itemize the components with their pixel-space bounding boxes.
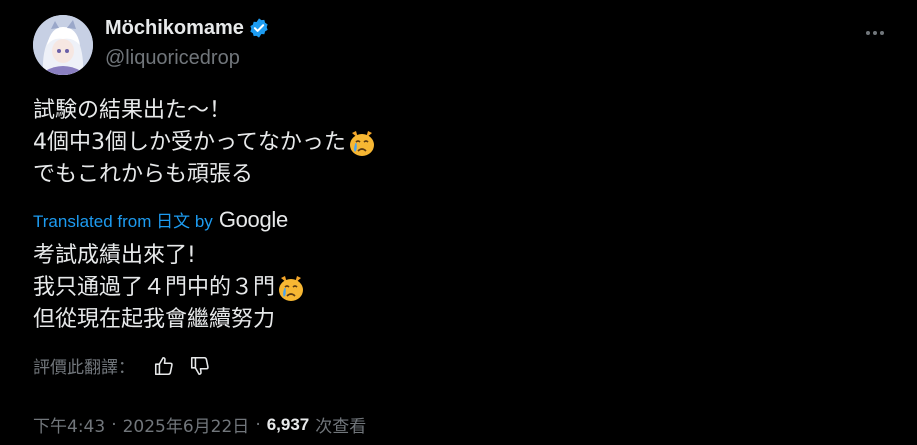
thumbs-down-icon[interactable] (189, 355, 211, 377)
verified-badge-icon[interactable] (248, 17, 270, 39)
more-options-icon[interactable] (860, 18, 890, 48)
anime-avatar-image (33, 15, 93, 75)
meta-separator: · (111, 414, 117, 435)
rate-translation-label: 評價此翻譯： (33, 358, 135, 378)
original-line: 4個中3個しか受かってなかった (33, 127, 377, 159)
tweet-original-text: 試験の結果出た〜！ 4個中3個しか受かってなかった でもこれからも頑張る (33, 95, 377, 191)
views-label: 次查看 (315, 417, 367, 437)
google-logo: Google (218, 207, 288, 232)
name-row: Möchikomame (105, 15, 270, 41)
crying-cat-face-emoji (347, 128, 377, 158)
tweet-meta: 下午4:43 · 2025年6月22日 · 6,937 次查看 (33, 412, 367, 438)
tweet: Möchikomame @liquoricedrop 試験の結果出た〜！ 4個中… (0, 0, 917, 445)
translated-line: 考試成績出來了! (33, 243, 196, 268)
views-count[interactable]: 6,937 (267, 415, 310, 435)
meta-separator: · (255, 414, 261, 435)
avatar[interactable] (33, 15, 93, 75)
translated-line: 我只通過了４門中的３門 (33, 272, 306, 304)
display-name[interactable]: Möchikomame (105, 17, 244, 40)
tweet-date[interactable]: 2025年6月22日 (123, 412, 250, 437)
crying-cat-face-emoji (276, 273, 306, 303)
original-line: でもこれからも頑張る (33, 162, 254, 187)
rate-translation: 評價此翻譯： (33, 353, 211, 378)
translated-line: 但從現在起我會繼續努力 (33, 307, 276, 332)
translation-attribution: Translated from 日文 by Google (33, 207, 288, 233)
translated-from-label[interactable]: Translated from 日文 by (33, 207, 213, 232)
thumbs-up-icon[interactable] (153, 355, 175, 377)
tweet-time[interactable]: 下午4:43 (33, 412, 105, 437)
tweet-translated-text: 考試成績出來了! 我只通過了４門中的３門 但從現在起我會繼續努力 (33, 240, 306, 336)
original-line: 試験の結果出た〜！ (33, 98, 232, 123)
user-handle[interactable]: @liquoricedrop (105, 47, 240, 70)
